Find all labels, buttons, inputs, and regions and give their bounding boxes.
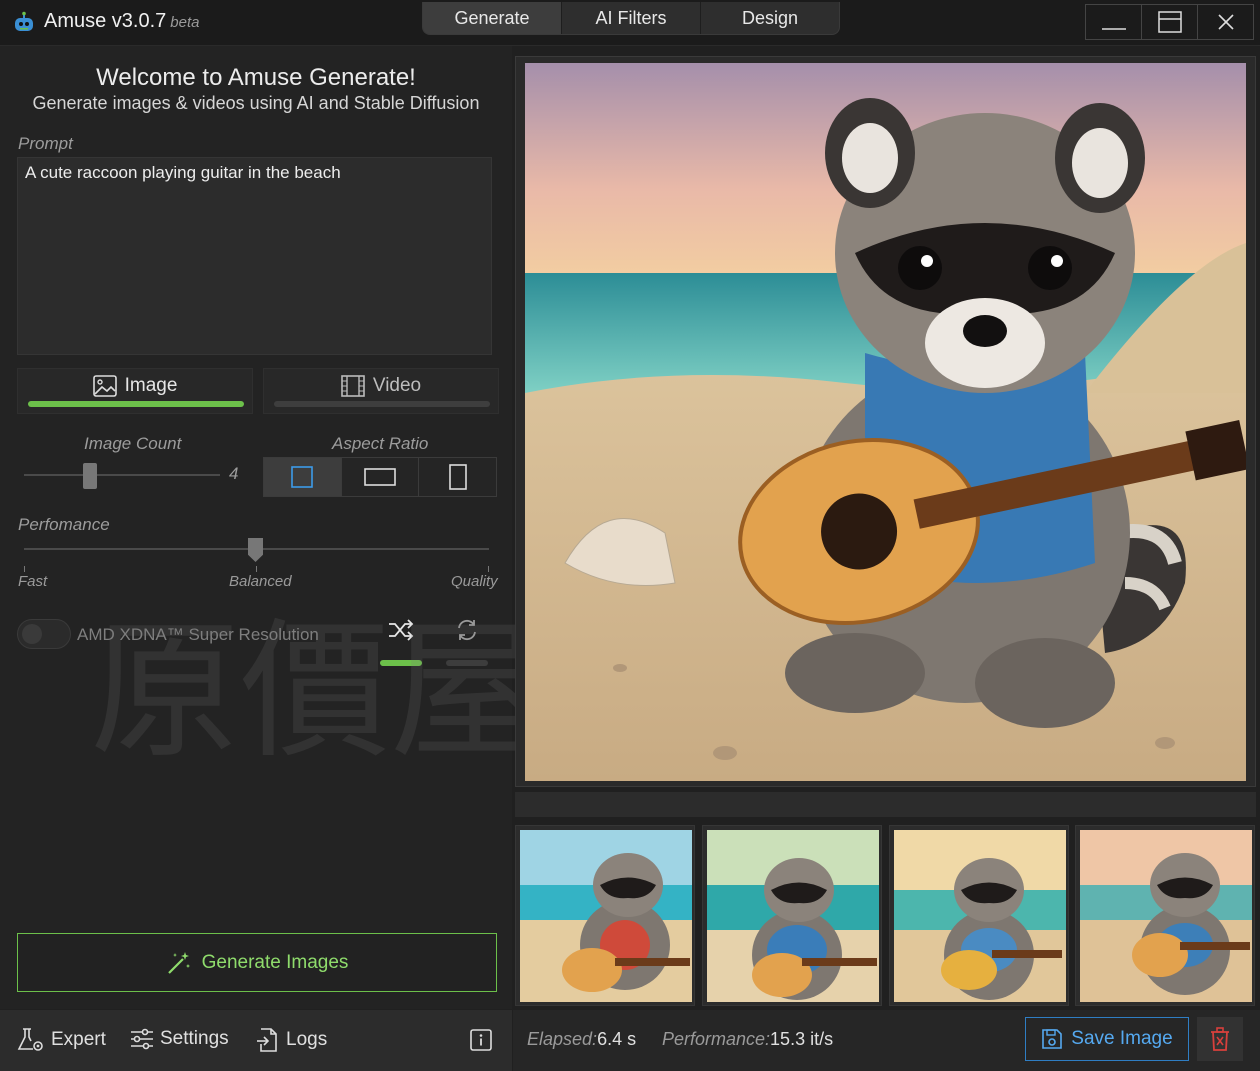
- expert-button[interactable]: Expert: [17, 1027, 106, 1053]
- performance-label: Perfomance: [18, 515, 110, 534]
- thumbnail-image: [520, 830, 692, 1002]
- delete-image-button[interactable]: [1197, 1017, 1243, 1061]
- minimize-icon: [1101, 28, 1126, 30]
- minimize-button[interactable]: [1085, 4, 1142, 40]
- image-count-slider-thumb[interactable]: [83, 463, 97, 489]
- prompt-label: Prompt: [18, 134, 73, 153]
- logs-button[interactable]: Logs: [256, 1027, 327, 1053]
- thumbnail-item[interactable]: [515, 825, 695, 1006]
- thumbnail-item[interactable]: [889, 825, 1069, 1006]
- inactive-indicator: [274, 401, 490, 407]
- tab-generate[interactable]: Generate: [423, 2, 562, 34]
- aspect-landscape-button[interactable]: [341, 458, 420, 496]
- thumbnail-item[interactable]: [1075, 825, 1255, 1006]
- app-logo-icon: [15, 11, 33, 31]
- image-count-slider-track[interactable]: [24, 474, 220, 476]
- flask-gear-icon: [17, 1028, 43, 1051]
- mode-tab-label: Video: [372, 375, 422, 396]
- expert-label: Expert: [51, 1029, 106, 1050]
- info-icon[interactable]: [470, 1029, 492, 1051]
- image-icon: [92, 375, 117, 397]
- close-icon: [1217, 14, 1234, 30]
- thumbnail-image: [1080, 830, 1252, 1002]
- save-image-label: Save Image: [1071, 1028, 1173, 1049]
- generate-button-label: Generate Images: [201, 951, 349, 973]
- thumbnail-image: [707, 830, 879, 1002]
- preview-frame: [515, 56, 1256, 787]
- welcome-subtitle: Generate images & videos using AI and St…: [32, 93, 480, 113]
- image-count-label: Image Count: [84, 434, 182, 453]
- thumbnail-image: [894, 830, 1066, 1002]
- tick-label-fast: Fast: [18, 573, 48, 590]
- save-image-button[interactable]: Save Image: [1025, 1017, 1189, 1061]
- logs-label: Logs: [286, 1029, 328, 1050]
- aspect-portrait-button[interactable]: [419, 458, 497, 496]
- save-icon: [1042, 1029, 1063, 1049]
- settings-button[interactable]: Settings: [130, 1027, 229, 1051]
- window-controls: [1085, 4, 1254, 40]
- generated-image: [525, 63, 1246, 781]
- prompt-input[interactable]: A cute raccoon playing guitar in the bea…: [17, 157, 492, 355]
- thumbnail-item[interactable]: [702, 825, 882, 1006]
- landscape-icon: [364, 468, 396, 486]
- close-button[interactable]: [1197, 4, 1254, 40]
- settings-label: Settings: [160, 1028, 229, 1049]
- magic-wand-icon: [167, 951, 190, 974]
- sliders-icon: [131, 1028, 153, 1050]
- tick-mark: [24, 566, 25, 572]
- progress-bar: [515, 792, 1256, 817]
- tab-design[interactable]: Design: [701, 2, 839, 34]
- aspect-ratio-label: Aspect Ratio: [332, 434, 429, 453]
- trash-icon: [1211, 1027, 1229, 1051]
- elapsed-stat: Elapsed:6.4 s: [527, 1029, 637, 1049]
- performance-stat: Performance:15.3 it/s: [662, 1029, 834, 1049]
- mode-tab-label: Image: [124, 375, 178, 396]
- portrait-icon: [448, 464, 467, 490]
- toggle-knob: [22, 624, 42, 644]
- beta-badge: beta: [170, 14, 200, 31]
- aspect-square-button[interactable]: [264, 458, 342, 496]
- square-icon: [291, 466, 314, 488]
- film-icon: [341, 375, 365, 397]
- generate-images-button[interactable]: Generate Images: [17, 933, 497, 992]
- mode-tab-video[interactable]: Video: [263, 368, 499, 414]
- top-tab-bar: Generate AI Filters Design: [422, 2, 840, 35]
- maximize-icon: [1157, 11, 1182, 33]
- tab-ai-filters[interactable]: AI Filters: [562, 2, 701, 34]
- log-export-icon: [257, 1028, 277, 1052]
- aspect-ratio-group: [263, 457, 497, 497]
- active-indicator: [28, 401, 244, 407]
- app-title: Amuse v3.0.7 beta: [44, 10, 200, 32]
- image-count-value: 4: [229, 464, 239, 483]
- welcome-title: Welcome to Amuse Generate!: [96, 64, 416, 91]
- maximize-button[interactable]: [1141, 4, 1198, 40]
- mode-tab-image[interactable]: Image: [17, 368, 253, 414]
